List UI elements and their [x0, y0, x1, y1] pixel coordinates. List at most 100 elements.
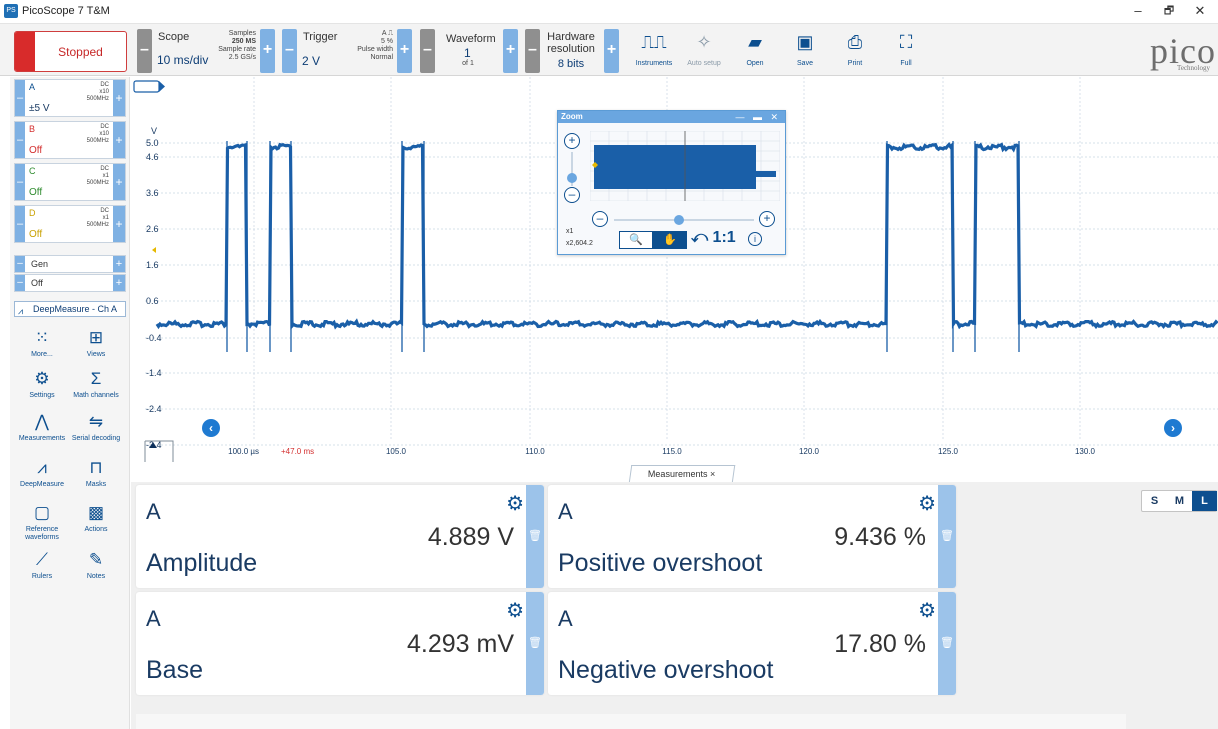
measurement-card-amplitude[interactable]: A ⚙ 4.889 V Amplitude 🗑 [136, 485, 544, 588]
trigger-group[interactable]: Trigger 2 V A ⎍ 5 % Pulse width Normal [297, 29, 397, 73]
horizontal-zoom-handle[interactable] [674, 215, 684, 225]
trigger-increase-button[interactable]: + [397, 29, 412, 73]
delete-measurement-button[interactable]: 🗑 [526, 592, 544, 695]
math-channels-button[interactable]: Σ Math channels [70, 368, 122, 408]
zoom-overview-tail [756, 171, 776, 177]
settings-button[interactable]: ⚙ Settings [16, 368, 68, 408]
measurement-name: Amplitude [146, 549, 258, 577]
trigger-decrease-button[interactable]: – [282, 29, 297, 73]
channel-a-increase[interactable]: + [113, 80, 125, 116]
resolution-increase-button[interactable]: + [604, 29, 619, 73]
zoom-tool-button[interactable]: 🔍 [619, 231, 653, 249]
app-icon: PS [4, 4, 18, 18]
generator-state-decrease[interactable]: – [15, 275, 25, 291]
run-stop-button[interactable]: Stopped [14, 31, 127, 72]
gear-icon: ⚙ [34, 369, 50, 388]
deepmeasure-channel-button[interactable]: ⩘ DeepMeasure - Ch A [14, 301, 126, 317]
channel-a-decrease[interactable]: – [15, 80, 25, 116]
auto-setup-button[interactable]: ✧ Auto setup [676, 30, 732, 72]
card-size-selector[interactable]: S M L [1141, 490, 1217, 512]
scroll-left-button[interactable]: ‹ [202, 419, 220, 437]
actions-button[interactable]: ▩ Actions [70, 502, 122, 542]
zoom-overview-window[interactable]: Zoom — ▬ ✕ + – – + x1 x2,604.2 🔍 ✋ ⤺ 1:1… [557, 110, 786, 255]
channel-b-panel[interactable]: – B DC x10 500MHz Off + [14, 121, 126, 159]
delete-measurement-button[interactable]: 🗑 [938, 485, 956, 588]
waveform-prev-button[interactable]: – [420, 29, 435, 73]
gear-icon[interactable]: ⚙ [918, 598, 936, 623]
delete-measurement-button[interactable]: 🗑 [526, 485, 544, 588]
size-small-button[interactable]: S [1142, 491, 1167, 511]
delete-measurement-button[interactable]: 🗑 [938, 592, 956, 695]
close-button[interactable]: ✕ [1186, 2, 1214, 20]
zoom-window-controls[interactable]: — ▬ ✕ [735, 111, 781, 123]
minimize-button[interactable]: – [1124, 2, 1152, 20]
pan-tool-button[interactable]: ✋ [653, 231, 687, 249]
gear-icon[interactable]: ⚙ [506, 491, 524, 516]
views-button[interactable]: ⊞ Views [70, 327, 122, 367]
toolbar: Stopped – Scope 10 ms/div Samples 250 MS… [0, 24, 1218, 76]
channel-d-decrease[interactable]: – [15, 206, 25, 242]
channel-c-decrease[interactable]: – [15, 164, 25, 200]
measurement-card-base[interactable]: A ⚙ 4.293 mV Base 🗑 [136, 592, 544, 695]
size-medium-button[interactable]: M [1167, 491, 1192, 511]
restore-button[interactable]: 🗗 [1155, 2, 1183, 20]
fullscreen-button[interactable]: ⛶ Full [878, 30, 934, 72]
gear-icon[interactable]: ⚙ [506, 598, 524, 623]
measurements-tab[interactable]: Measurements × [628, 465, 736, 483]
notes-button[interactable]: ✎ Notes [70, 549, 122, 589]
more-button[interactable]: ⁙ More... [16, 327, 68, 367]
zoom-in-horizontal-button[interactable]: + [759, 211, 775, 227]
generator-panel[interactable]: – Gen + [14, 255, 126, 273]
masks-button[interactable]: ⊓ Masks [70, 457, 122, 497]
channel-c-state: Off [29, 187, 43, 198]
generator-state-panel[interactable]: – Off + [14, 274, 126, 292]
trash-icon: 🗑 [528, 637, 542, 649]
timebase-decrease-button[interactable]: – [137, 29, 152, 73]
vertical-zoom-handle[interactable] [567, 173, 577, 183]
zoom-overview-header[interactable]: Zoom — ▬ ✕ [558, 111, 785, 123]
zoom-in-vertical-button[interactable]: + [564, 133, 580, 149]
measurement-name: Negative overshoot [558, 656, 774, 684]
gear-icon[interactable]: ⚙ [918, 491, 936, 516]
zoom-overview-plot[interactable] [590, 131, 780, 201]
horizontal-zoom-track[interactable] [614, 219, 754, 221]
generator-increase[interactable]: + [113, 256, 125, 272]
generator-decrease[interactable]: – [15, 256, 25, 272]
y-tick-label: 4.6 [146, 152, 159, 162]
waveform-next-button[interactable]: + [503, 29, 518, 73]
channel-d-increase[interactable]: + [113, 206, 125, 242]
y-tick-label: -2.4 [146, 404, 162, 414]
reference-waveforms-button[interactable]: ▢ Reference waveforms [16, 502, 68, 542]
measurements-button[interactable]: ⋀ Measurements [16, 411, 68, 451]
channel-b-decrease[interactable]: – [15, 122, 25, 158]
channel-b-increase[interactable]: + [113, 122, 125, 158]
channel-c-increase[interactable]: + [113, 164, 125, 200]
serial-decoding-button[interactable]: ⇋ Serial decoding [70, 411, 122, 451]
zoom-info-icon[interactable]: i [748, 232, 762, 246]
zoom-out-horizontal-button[interactable]: – [592, 211, 608, 227]
save-button[interactable]: ▣ Save [777, 30, 833, 72]
instruments-button[interactable]: ⎍⎍ Instruments [626, 30, 682, 72]
zoom-out-vertical-button[interactable]: – [564, 187, 580, 203]
open-button[interactable]: ▰ Open [727, 30, 783, 72]
deepmeasure-button[interactable]: ⩘ DeepMeasure [16, 457, 68, 497]
timebase-group[interactable]: Scope 10 ms/div Samples 250 MS Sample ra… [152, 29, 260, 73]
resolution-decrease-button[interactable]: – [525, 29, 540, 73]
channel-d-panel[interactable]: – D DC x1 500MHz Off + [14, 205, 126, 243]
print-button[interactable]: ⎙ Print [827, 30, 883, 72]
measurement-card-negative-overshoot[interactable]: A ⚙ 17.80 % Negative overshoot 🗑 [548, 592, 956, 695]
measurement-card-positive-overshoot[interactable]: A ⚙ 9.436 % Positive overshoot 🗑 [548, 485, 956, 588]
rulers-button[interactable]: ⟋ Rulers [16, 549, 68, 589]
trash-icon: 🗑 [940, 530, 954, 542]
zoom-reset-button[interactable]: ⤺ 1:1 [691, 229, 736, 247]
scroll-right-button[interactable]: › [1164, 419, 1182, 437]
channel-c-panel[interactable]: – C DC x1 500MHz Off + [14, 163, 126, 201]
size-large-button[interactable]: L [1192, 491, 1217, 511]
channel-a-offset-handle[interactable] [133, 80, 160, 93]
generator-state-increase[interactable]: + [113, 275, 125, 291]
trigger-level-marker[interactable] [152, 247, 156, 253]
timebase-increase-button[interactable]: + [260, 29, 275, 73]
zoom-overview-waveform [594, 145, 756, 189]
channel-a-panel[interactable]: – A DC x10 500MHz ±5 V + [14, 79, 126, 117]
deepmeasure-icon: ⩘ [37, 458, 47, 477]
